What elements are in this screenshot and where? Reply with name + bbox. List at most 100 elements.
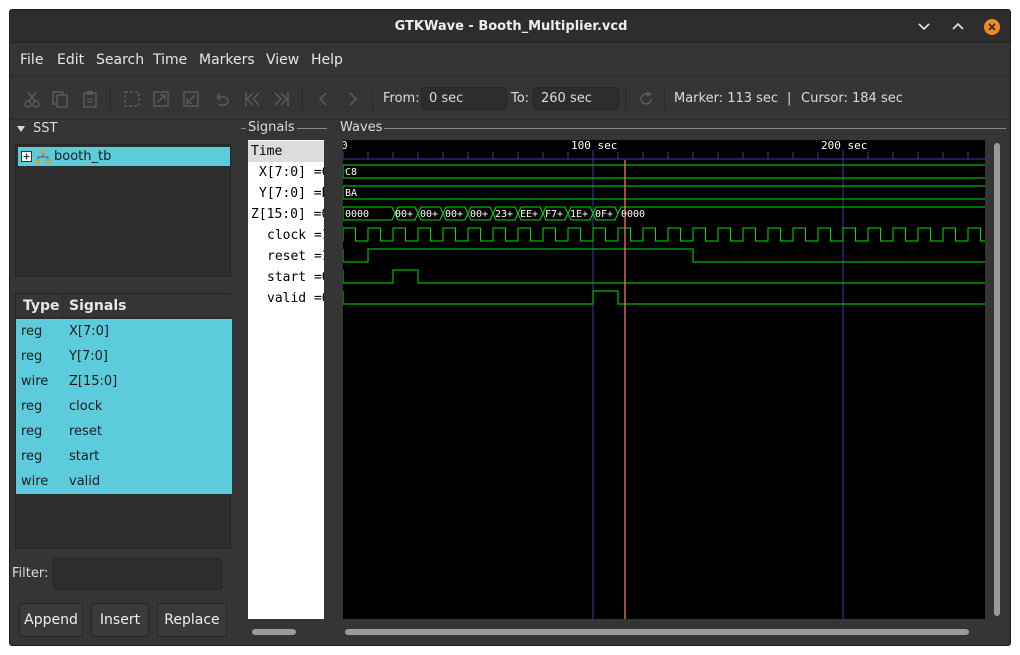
sst-tree: booth_tb <box>15 144 231 277</box>
menu-edit[interactable]: Edit <box>57 44 84 76</box>
waves-vscrollbar[interactable] <box>994 143 1000 616</box>
column-divider <box>62 294 63 318</box>
signal-cell: X[7:0] <box>69 324 109 339</box>
menu-help[interactable]: Help <box>311 44 343 76</box>
readout-separator: | <box>787 91 792 106</box>
maximize-icon[interactable] <box>948 17 968 37</box>
ruler-ticks <box>343 152 969 159</box>
signal-name[interactable]: reset =1 <box>248 246 324 267</box>
signals-hscrollbar[interactable] <box>252 629 296 635</box>
toolbar-separator <box>372 87 373 111</box>
signals-column-header[interactable]: Signals <box>69 294 126 318</box>
signal-cell: start <box>69 449 100 464</box>
signal-name[interactable]: valid =0 <box>248 288 324 309</box>
zoom-start-icon[interactable] <box>242 89 262 109</box>
signal-name[interactable]: X[7:0] =C <box>248 162 324 183</box>
titlebar: GTKWave - Booth_Multiplier.vcd <box>10 10 1010 43</box>
signal-cell: reset <box>69 424 102 439</box>
list-item[interactable]: wire valid <box>16 469 232 494</box>
list-item[interactable]: reg clock <box>16 394 232 419</box>
list-body: reg X[7:0] reg Y[7:0] wire Z[15:0] reg c… <box>16 319 232 494</box>
toolbar-separator <box>110 87 111 111</box>
y-bus-value: BA <box>345 188 357 199</box>
from-label: From: <box>383 91 420 106</box>
reload-icon[interactable] <box>636 89 656 109</box>
signal-cell: Y[7:0] <box>69 349 109 364</box>
list-item[interactable]: reg reset <box>16 419 232 444</box>
insert-button[interactable]: Insert <box>91 603 149 637</box>
append-button[interactable]: Append <box>19 603 83 637</box>
replace-button[interactable]: Replace <box>157 603 227 637</box>
undo-zoom-icon[interactable] <box>211 89 231 109</box>
waves-canvas[interactable]: 0 100 sec 200 sec C8 BA <box>343 140 985 619</box>
copy-icon[interactable] <box>50 89 70 109</box>
reset-wave <box>343 248 985 263</box>
filter-input[interactable] <box>53 558 222 590</box>
menu-markers[interactable]: Markers <box>199 44 255 76</box>
ruler-label-200: 200 sec <box>821 140 867 152</box>
to-label: To: <box>511 91 530 106</box>
to-input[interactable]: 260 sec <box>533 87 619 110</box>
tree-item-booth-tb[interactable]: booth_tb <box>18 147 230 166</box>
z-value: 0F+ <box>595 209 613 220</box>
back-icon[interactable] <box>313 89 333 109</box>
z-value: 0000 <box>345 209 369 220</box>
list-item[interactable]: reg Y[7:0] <box>16 344 232 369</box>
list-item[interactable]: wire Z[15:0] <box>16 369 232 394</box>
menu-view[interactable]: View <box>266 44 299 76</box>
start-wave <box>343 269 985 284</box>
z-value: 1E+ <box>570 209 588 220</box>
z-segment <box>617 206 985 214</box>
signal-name[interactable]: Y[7:0] =B <box>248 183 324 204</box>
ruler-label-0: 0 <box>343 140 348 152</box>
menu-time[interactable]: Time <box>153 44 187 76</box>
type-cell: reg <box>21 324 43 339</box>
expand-plus-icon[interactable] <box>21 151 32 162</box>
toolbar-separator <box>664 87 665 111</box>
signal-cell: clock <box>69 399 103 414</box>
ruler-label-100: 100 sec <box>571 140 617 152</box>
signal-name[interactable]: Z[15:0] =0 <box>248 204 324 225</box>
from-input[interactable]: 0 sec <box>421 87 507 110</box>
signal-name[interactable]: start =0 <box>248 267 324 288</box>
close-icon[interactable] <box>982 17 1002 37</box>
sst-expander-icon[interactable] <box>16 124 26 134</box>
waves-title: Waves <box>338 120 385 135</box>
x-bus-value: C8 <box>345 167 357 178</box>
toolbar-separator <box>625 87 626 111</box>
window-title: GTKWave - Booth_Multiplier.vcd <box>394 19 628 34</box>
list-item[interactable]: reg start <box>16 444 232 469</box>
minimize-icon[interactable] <box>914 17 934 37</box>
cut-icon[interactable] <box>22 89 42 109</box>
cursor-readout: Cursor: 184 sec <box>801 91 903 106</box>
forward-icon[interactable] <box>343 89 363 109</box>
z-value: 00+ <box>470 209 488 220</box>
gtkwave-window: GTKWave - Booth_Multiplier.vcd File Edit… <box>9 9 1011 646</box>
signals-title: Signals <box>246 120 297 135</box>
type-column-header[interactable]: Type <box>23 294 60 318</box>
signals-list: Type Signals reg X[7:0] reg Y[7:0] wire … <box>15 293 232 549</box>
menu-file[interactable]: File <box>20 44 43 76</box>
type-cell: reg <box>21 399 43 414</box>
sst-title: SST <box>33 121 58 136</box>
tree-item-label: booth_tb <box>54 149 112 164</box>
waves-hscrollbar[interactable] <box>345 629 969 635</box>
type-cell: reg <box>21 449 43 464</box>
list-item[interactable]: reg X[7:0] <box>16 319 232 344</box>
time-header: Time <box>248 141 324 162</box>
zoom-fit-icon[interactable] <box>122 89 142 109</box>
zoom-in-icon[interactable] <box>151 89 171 109</box>
z-value: 23+ <box>495 209 513 220</box>
signal-cell: Z[15:0] <box>69 374 118 389</box>
signal-name[interactable]: clock =1 <box>248 225 324 246</box>
menu-search[interactable]: Search <box>96 44 144 76</box>
type-cell: reg <box>21 349 43 364</box>
zoom-out-icon[interactable] <box>181 89 201 109</box>
signal-cell: valid <box>69 474 101 489</box>
paste-icon[interactable] <box>80 89 100 109</box>
z-value: 00+ <box>445 209 463 220</box>
toolbar: From: 0 sec To: 260 sec Marker: 113 sec … <box>10 76 1010 120</box>
z-value: 00+ <box>420 209 438 220</box>
zoom-end-icon[interactable] <box>272 89 292 109</box>
waveform-svg[interactable]: 0 100 sec 200 sec C8 BA <box>343 140 985 619</box>
